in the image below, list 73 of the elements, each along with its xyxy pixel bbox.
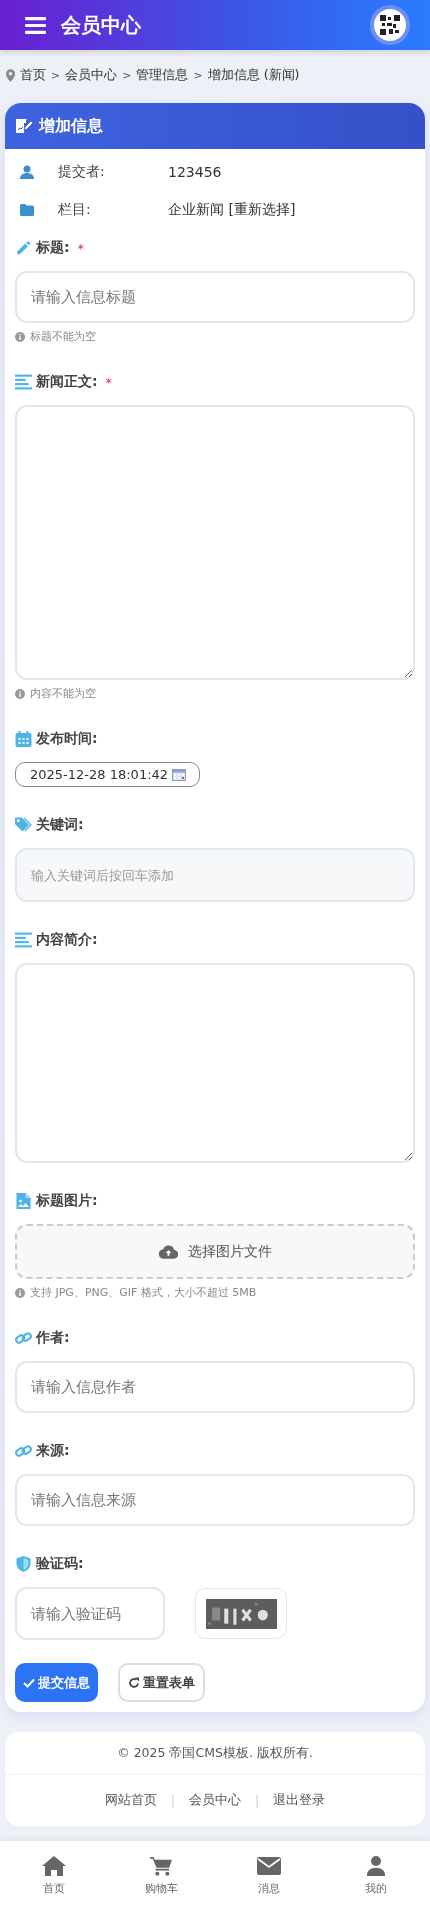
nav-item[interactable]: 我的 — [322, 1841, 430, 1911]
footer-link[interactable]: 网站首页 — [104, 1792, 157, 1809]
field-label: 新闻正文: — [36, 373, 98, 391]
text-input[interactable]: 请输入信息来源 — [15, 1474, 415, 1526]
info-label: 提交者: — [58, 163, 106, 181]
cart-icon — [149, 1856, 174, 1876]
folder-icon — [20, 203, 34, 217]
text-lines-icon — [15, 932, 32, 948]
field-label: 关键词: — [36, 816, 84, 834]
field-hint: 支持 JPG、PNG、GIF 格式，大小不超过 5MB — [30, 1285, 257, 1300]
footer-link[interactable]: 会员中心 — [189, 1792, 241, 1809]
check-icon — [23, 1676, 35, 1689]
field-label: 作者: — [36, 1329, 70, 1347]
file-upload-button[interactable]: 选择图片文件 — [15, 1224, 415, 1279]
breadcrumb-link[interactable]: 管理信息 — [136, 66, 189, 84]
date-input[interactable]: 2025-12-28 18:01:42 — [15, 762, 200, 787]
info-icon — [15, 1287, 25, 1298]
tags-icon — [15, 817, 32, 833]
link-icon — [15, 1330, 32, 1346]
nav-item[interactable]: 首页 — [0, 1841, 108, 1911]
submit-button[interactable]: 提交信息 — [15, 1663, 98, 1702]
field-label: 标题图片: — [36, 1192, 98, 1210]
calendar-icon[interactable] — [172, 768, 187, 781]
edit-document-icon — [15, 118, 33, 134]
card-title: 增加信息 — [39, 115, 103, 137]
copyright-text: © 2025 帝国CMS模板. 版权所有. — [5, 1732, 425, 1775]
required-mark: * — [105, 374, 113, 390]
info-label: 栏目: — [58, 201, 92, 219]
footer-link[interactable]: 退出登录 — [273, 1792, 326, 1809]
text-input[interactable]: 请输入信息标题 — [15, 271, 415, 323]
link-icon — [15, 1443, 32, 1459]
cloud-upload-icon — [158, 1244, 178, 1259]
breadcrumb-separator: > — [51, 68, 61, 82]
nav-item[interactable]: 购物车 — [107, 1841, 215, 1911]
text-input[interactable]: 请输入信息作者 — [15, 1361, 415, 1413]
image-file-icon — [15, 1193, 32, 1209]
location-pin-icon — [6, 68, 15, 82]
menu-icon[interactable] — [25, 16, 46, 34]
field-hint: 内容不能为空 — [30, 686, 96, 701]
captcha-input[interactable]: 请输入验证码 — [15, 1587, 165, 1640]
required-mark: * — [77, 240, 85, 256]
user-icon — [20, 165, 34, 179]
field-label: 验证码: — [36, 1555, 84, 1573]
breadcrumb-separator: > — [193, 68, 203, 82]
footer-separator: | — [170, 1793, 175, 1808]
pencil-icon — [15, 240, 32, 256]
field-hint: 标题不能为空 — [30, 329, 96, 344]
breadcrumb-current: 增加信息 (新闻) — [207, 66, 300, 84]
refresh-icon — [128, 1676, 140, 1689]
breadcrumb-link[interactable]: 会员中心 — [65, 66, 118, 84]
info-icon — [15, 688, 25, 699]
info-icon — [15, 331, 25, 342]
keyword-input[interactable]: 输入关键词后按回车添加 — [15, 848, 415, 902]
captcha-frame[interactable] — [195, 1588, 287, 1639]
mail-icon — [256, 1856, 281, 1876]
nav-item[interactable]: 消息 — [215, 1841, 323, 1911]
breadcrumb-separator: > — [122, 68, 132, 82]
field-label: 标题: — [36, 239, 70, 257]
home-icon — [41, 1856, 66, 1876]
field-label: 来源: — [36, 1442, 70, 1460]
footer-separator: | — [255, 1793, 260, 1808]
calendar-icon — [15, 731, 32, 747]
qr-code-avatar[interactable] — [370, 5, 410, 45]
date-value: 2025-12-28 18:01:42 — [30, 767, 169, 782]
breadcrumb-link[interactable]: 首页 — [20, 66, 46, 84]
info-value: 企业新闻 [重新选择] — [168, 201, 296, 219]
page-title: 会员中心 — [61, 11, 142, 39]
text-lines-icon — [15, 374, 32, 390]
reset-button[interactable]: 重置表单 — [118, 1663, 205, 1702]
info-value: 123456 — [168, 164, 222, 180]
field-label: 内容简介: — [36, 931, 98, 949]
field-label: 发布时间: — [36, 730, 98, 748]
shield-icon — [15, 1556, 32, 1572]
